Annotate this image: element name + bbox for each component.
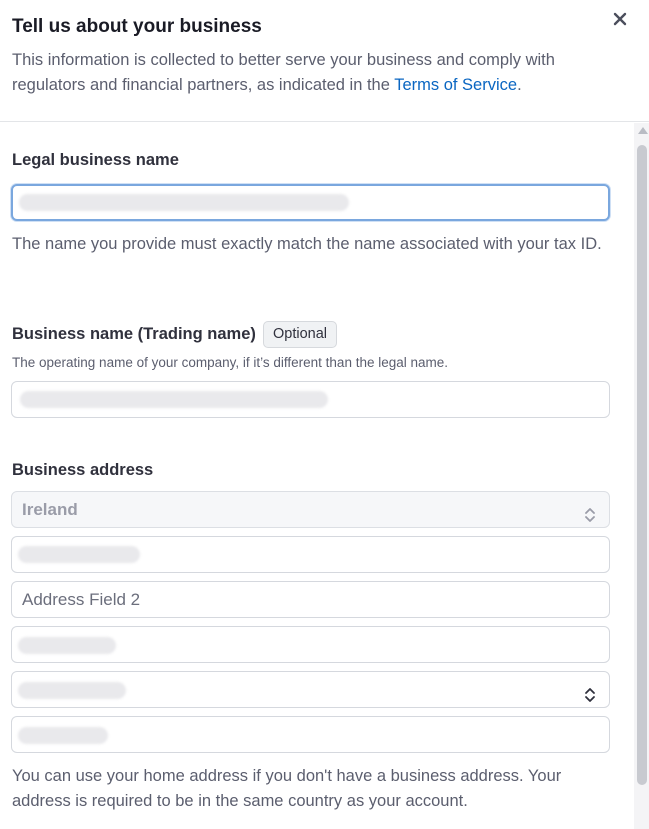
close-button[interactable] bbox=[609, 8, 631, 30]
business-details-panel: Tell us about your business This informa… bbox=[0, 0, 649, 829]
postal-code-input[interactable] bbox=[11, 716, 610, 753]
business-address-label: Business address bbox=[12, 461, 154, 479]
redacted-text bbox=[18, 727, 108, 744]
legal-name-label: Legal business name bbox=[12, 151, 179, 169]
redacted-text bbox=[20, 391, 328, 408]
address-line2-placeholder: Address Field 2 bbox=[22, 590, 141, 609]
redacted-text bbox=[18, 682, 126, 699]
optional-badge: Optional bbox=[263, 321, 338, 348]
scroll-up-arrow-icon[interactable] bbox=[638, 127, 648, 134]
terms-of-service-link[interactable]: Terms of Service bbox=[394, 76, 517, 94]
scrollbar-thumb[interactable] bbox=[637, 145, 647, 785]
page-title: Tell us about your business bbox=[12, 16, 262, 37]
trading-name-input[interactable] bbox=[11, 381, 610, 418]
address-helper: You can use your home address if you don… bbox=[12, 767, 562, 810]
country-value: Ireland bbox=[22, 500, 78, 519]
chevron-up-down-icon bbox=[583, 681, 597, 702]
close-icon bbox=[613, 12, 627, 26]
address-line1-input[interactable] bbox=[11, 536, 610, 573]
trading-name-helper: The operating name of your company, if i… bbox=[12, 355, 449, 370]
legal-name-input[interactable] bbox=[11, 184, 610, 221]
page-subtitle: This information is collected to better … bbox=[12, 48, 612, 98]
trading-name-label: Business name (Trading name) bbox=[12, 325, 256, 343]
address-line2-input[interactable]: Address Field 2 bbox=[11, 581, 610, 618]
redacted-text bbox=[18, 637, 116, 654]
country-select[interactable]: Ireland bbox=[11, 491, 610, 528]
chevron-up-down-icon bbox=[583, 501, 597, 522]
redacted-text bbox=[18, 546, 140, 563]
panel-header: Tell us about your business This informa… bbox=[0, 0, 649, 122]
legal-name-helper: The name you provide must exactly match … bbox=[12, 235, 602, 253]
city-input[interactable] bbox=[11, 626, 610, 663]
subtitle-end: . bbox=[517, 76, 522, 94]
form-scroll-area[interactable]: Legal business name The name you provide… bbox=[0, 123, 634, 829]
county-select[interactable] bbox=[11, 671, 610, 708]
redacted-text bbox=[19, 194, 349, 211]
